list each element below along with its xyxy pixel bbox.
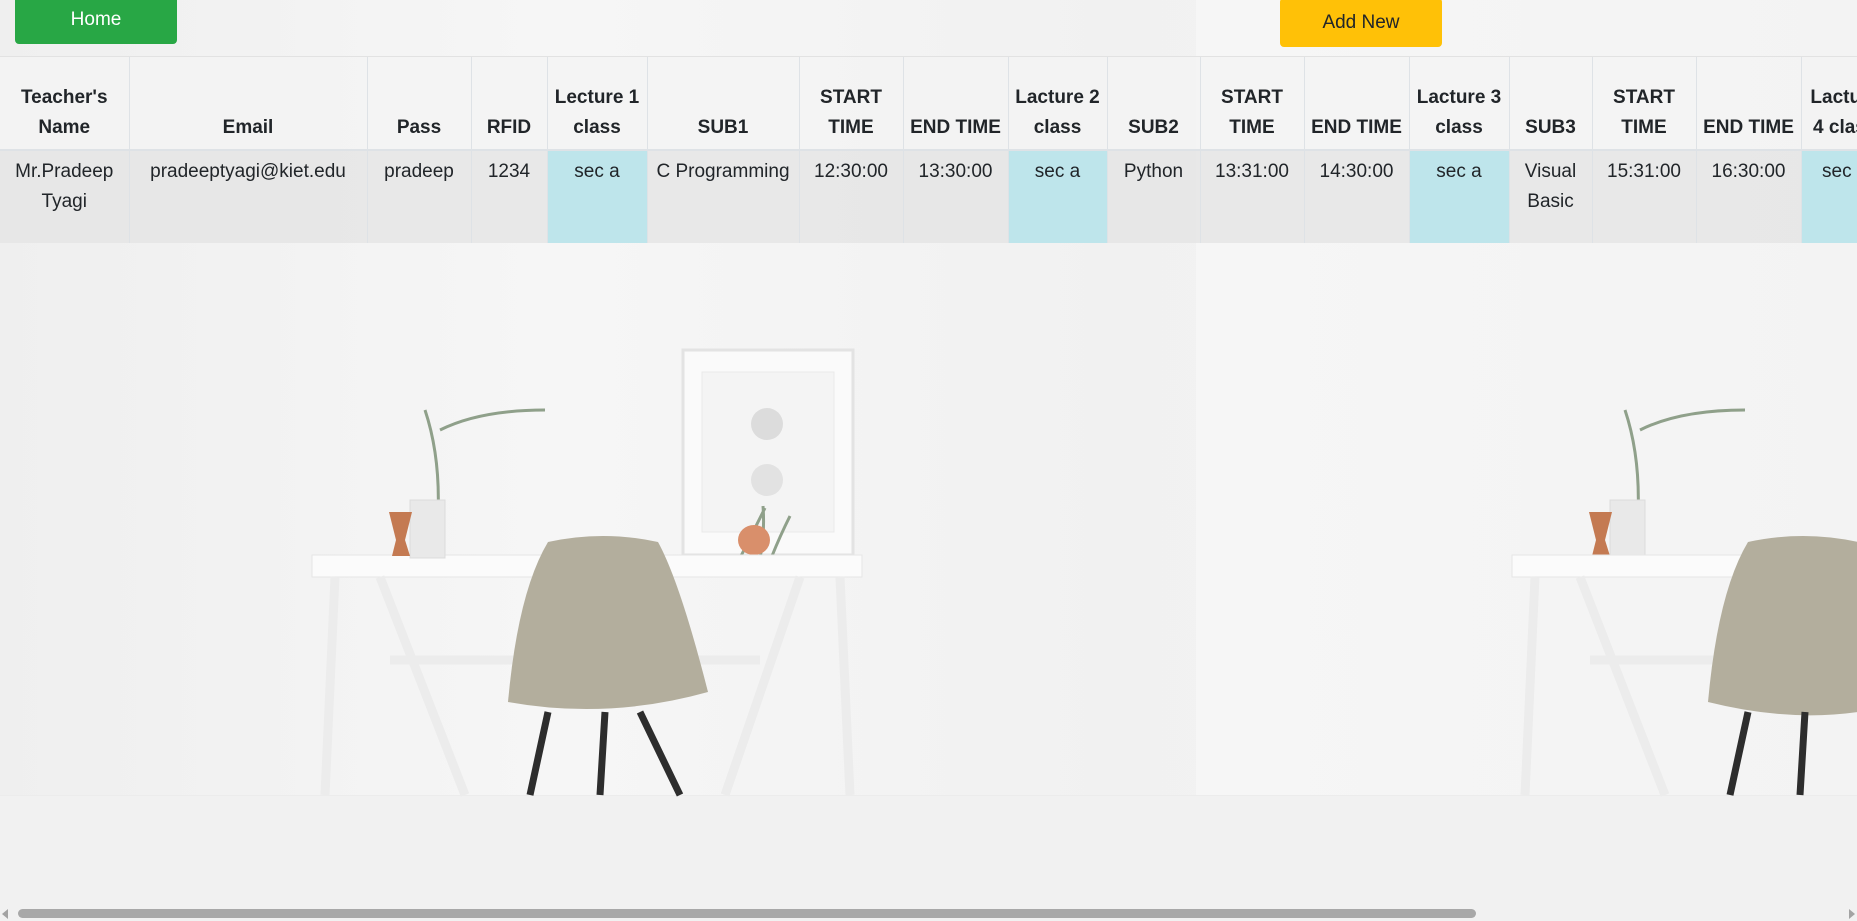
header-sub3: SUB3 [1508, 56, 1592, 151]
header-lecture-3-class: Lacture 3 class [1408, 56, 1509, 151]
add-new-button[interactable]: Add New [1280, 0, 1442, 47]
header-rfid: RFID [470, 56, 547, 151]
scroll-left-icon[interactable] [2, 909, 8, 919]
cell-start-time-2: 13:31:00 [1199, 150, 1304, 243]
desk-scene-2 [1511, 408, 1857, 797]
cell-pass: pradeep [366, 150, 471, 243]
desk-scene-1 [311, 348, 863, 797]
cell-lecture-4-class: sec a [1800, 150, 1857, 243]
header-lecture-1-class: Lecture 1 class [546, 56, 647, 151]
cell-sub3: Visual Basic [1508, 150, 1592, 243]
cell-end-time-2: 14:30:00 [1303, 150, 1409, 243]
header-lecture-2-class: Lacture 2 class [1007, 56, 1107, 151]
home-button[interactable]: Home [15, 0, 177, 44]
teachers-table-container: Teacher's Name Email Pass RFID Lecture 1… [0, 56, 1857, 243]
header-teacher-name: Teacher's Name [0, 56, 129, 151]
cell-rfid: 1234 [470, 150, 547, 243]
cell-lecture-2-class: sec a [1007, 150, 1107, 243]
header-email: Email [128, 56, 367, 151]
cell-teacher-name: Mr.Pradeep Tyagi [0, 150, 129, 243]
cell-sub2: Python [1106, 150, 1200, 243]
header-pass: Pass [366, 56, 471, 151]
header-start-time-1: START TIME [798, 56, 903, 151]
header-sub1: SUB1 [646, 56, 799, 151]
header-start-time-2: START TIME [1199, 56, 1304, 151]
header-lecture-4-class: Lacture 4 class [1800, 56, 1857, 151]
cell-email: pradeeptyagi@kiet.edu [128, 150, 367, 243]
scrollbar-thumb[interactable] [18, 909, 1476, 918]
header-sub2: SUB2 [1106, 56, 1200, 151]
horizontal-scrollbar[interactable] [0, 905, 1857, 921]
header-end-time-1: END TIME [902, 56, 1008, 151]
scroll-right-icon[interactable] [1849, 909, 1855, 919]
table-row: Mr.Pradeep Tyagi pradeeptyagi@kiet.edu p… [0, 150, 1857, 243]
cell-end-time-3: 16:30:00 [1695, 150, 1801, 243]
cell-start-time-1: 12:30:00 [798, 150, 903, 243]
cell-end-time-1: 13:30:00 [902, 150, 1008, 243]
cell-sub1: C Programming [646, 150, 799, 243]
header-end-time-2: END TIME [1303, 56, 1409, 151]
cell-lecture-1-class: sec a [546, 150, 647, 243]
cell-lecture-3-class: sec a [1408, 150, 1509, 243]
header-row: Teacher's Name Email Pass RFID Lecture 1… [0, 56, 1857, 151]
header-start-time-3: START TIME [1591, 56, 1696, 151]
header-end-time-3: END TIME [1695, 56, 1801, 151]
cell-start-time-3: 15:31:00 [1591, 150, 1696, 243]
teachers-table: Teacher's Name Email Pass RFID Lecture 1… [0, 56, 1857, 243]
